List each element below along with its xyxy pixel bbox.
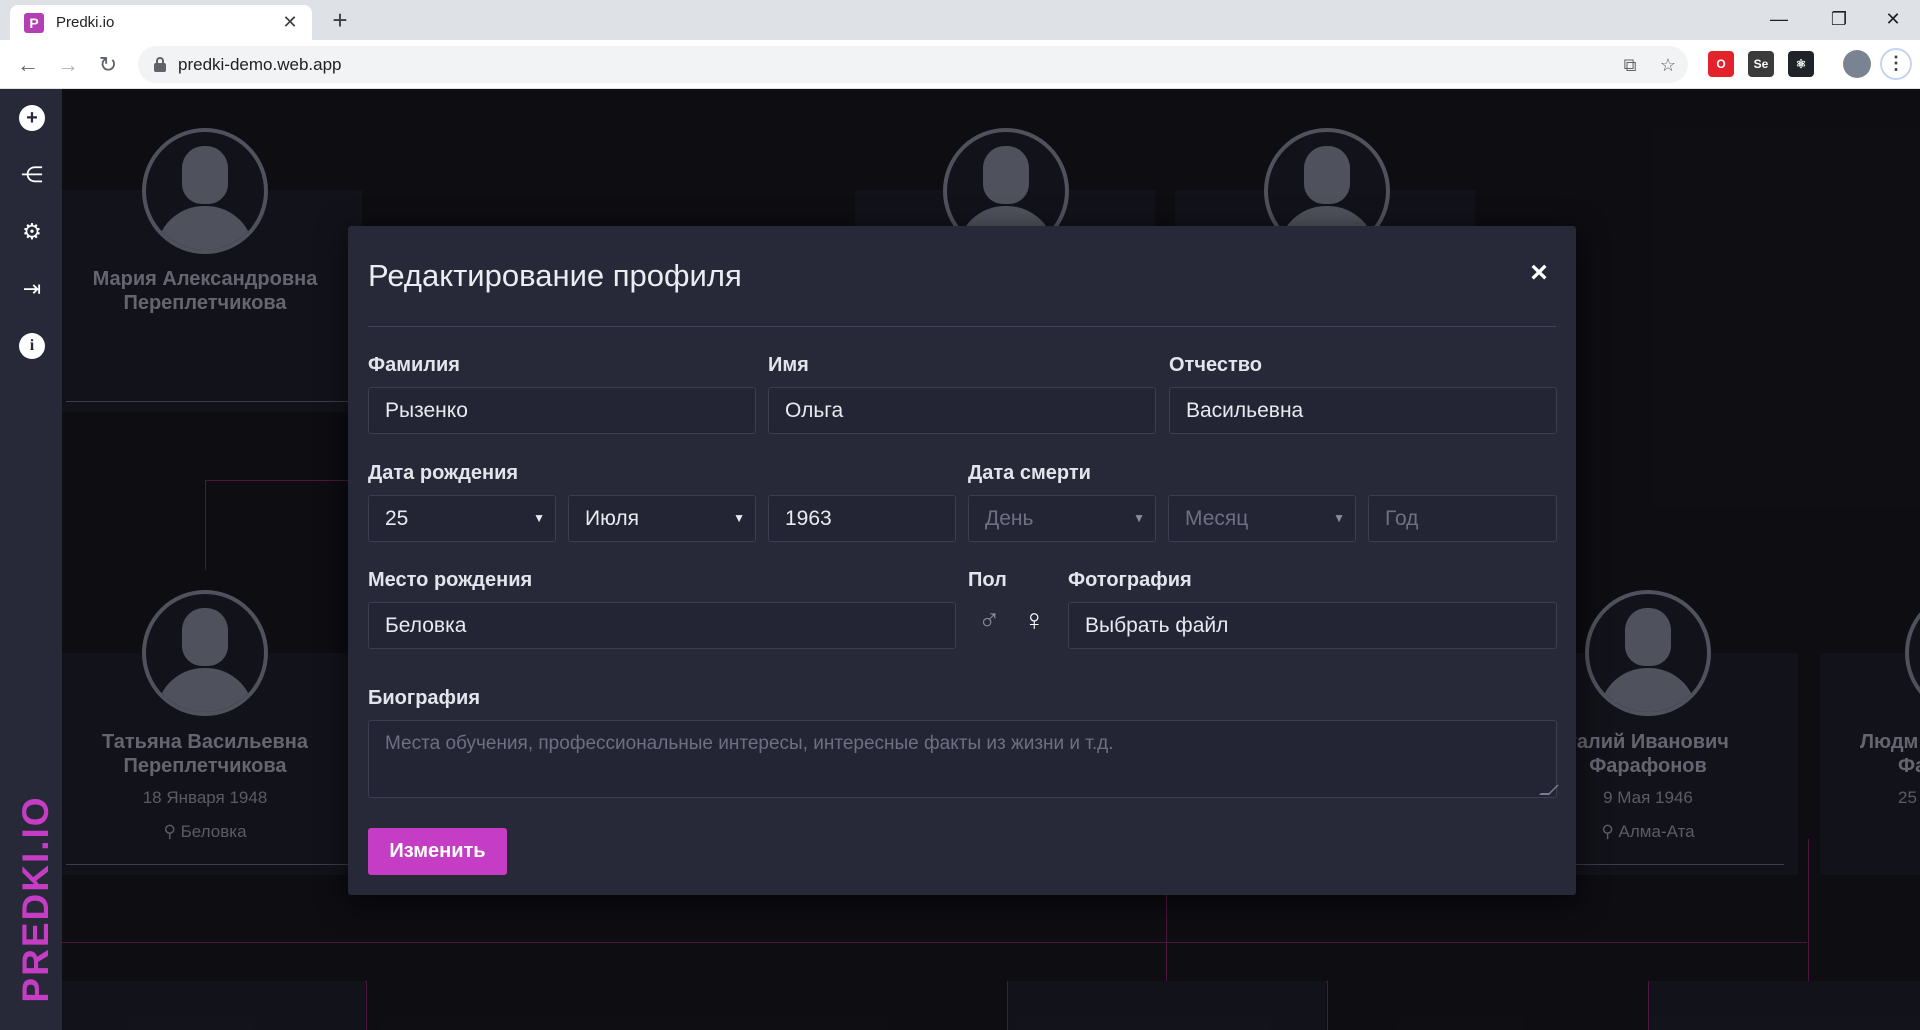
tab-close-icon[interactable]: ✕ (280, 12, 300, 33)
birth-day-select[interactable]: 25 ▼ (368, 495, 556, 542)
back-button[interactable]: ← (12, 49, 44, 81)
translate-icon[interactable]: ⧉ (1618, 53, 1642, 77)
chevron-down-icon: ▼ (733, 511, 745, 525)
patronymic-label: Отчество (1169, 354, 1262, 376)
predki-favicon-icon: P (24, 12, 44, 33)
gender-label: Пол (968, 569, 1007, 591)
edit-profile-modal: Редактирование профиля × Фамилия Имя Отч… (348, 226, 1576, 895)
death-month-placeholder: Месяц (1185, 507, 1249, 530)
lock-icon (154, 57, 166, 72)
settings-icon[interactable]: ⚙ (19, 219, 45, 245)
photo-label: Фотография (1068, 569, 1192, 591)
birth-place-label: Место рождения (368, 569, 533, 591)
birth-year-field[interactable]: 1963 (768, 495, 956, 542)
death-year-field[interactable]: Год (1368, 495, 1557, 542)
death-day-select[interactable]: День ▼ (968, 495, 1156, 542)
last-name-label: Фамилия (368, 354, 460, 376)
window-close-button[interactable]: ✕ (1868, 4, 1918, 34)
first-name-label: Имя (768, 354, 809, 376)
last-name-field[interactable]: Рызенко (368, 387, 756, 434)
brand-logo: PREDKI.IO (15, 795, 56, 1003)
bookmark-star-icon[interactable]: ☆ (1656, 53, 1680, 77)
death-month-select[interactable]: Месяц ▼ (1168, 495, 1356, 542)
browser-tab-bar: P Predki.io ✕ + — ❐ ✕ (0, 0, 1920, 40)
modal-divider (368, 326, 1556, 327)
chevron-down-icon: ▼ (1333, 511, 1345, 525)
forward-button[interactable]: → (52, 49, 84, 81)
chevron-down-icon: ▼ (533, 511, 545, 525)
first-name-field[interactable]: Ольга (768, 387, 1156, 434)
address-bar[interactable]: predki-demo.web.app ⧉ ☆ (138, 46, 1688, 83)
close-icon[interactable]: × (1526, 258, 1552, 288)
app-sidebar: + ⋲ ⚙ ⇥ i PREDKI.IO (0, 89, 62, 1030)
birth-month-select[interactable]: Июля ▼ (568, 495, 756, 542)
browser-toolbar: ← → ↻ predki-demo.web.app ⧉ ☆ O Se ⚛ ⋮ (0, 40, 1920, 89)
opera-icon[interactable]: O (1708, 51, 1734, 77)
female-icon[interactable]: ♀ (1023, 604, 1046, 638)
biography-label: Биография (368, 687, 481, 709)
add-person-icon[interactable]: + (19, 105, 45, 131)
biography-placeholder: Места обучения, профессиональные интерес… (385, 733, 1114, 754)
new-tab-button[interactable]: + (326, 6, 354, 34)
birth-month-value: Июля (585, 507, 640, 530)
tab-title: Predki.io (56, 14, 115, 31)
app-area: Мария Александровна Переплетчикова Татья… (0, 89, 1920, 1030)
biography-textarea[interactable]: Места обучения, профессиональные интерес… (368, 720, 1559, 798)
patronymic-field[interactable]: Васильевна (1169, 387, 1557, 434)
share-icon[interactable]: ⋲ (19, 162, 45, 188)
chevron-down-icon: ▼ (1133, 511, 1145, 525)
profile-avatar[interactable] (1843, 50, 1871, 78)
reload-button[interactable]: ↻ (92, 49, 124, 81)
male-icon[interactable]: ♂ (978, 604, 1001, 638)
selenium-icon[interactable]: Se (1748, 51, 1774, 77)
death-day-placeholder: День (985, 507, 1034, 530)
resize-handle-icon[interactable] (1539, 785, 1559, 795)
window-restore-button[interactable]: ❐ (1814, 4, 1864, 34)
death-date-label: Дата смерти (968, 462, 1091, 484)
birth-date-label: Дата рождения (368, 462, 519, 484)
birth-place-field[interactable]: Беловка (368, 602, 956, 649)
url-text[interactable]: predki-demo.web.app (178, 55, 341, 75)
window-minimize-button[interactable]: — (1754, 4, 1804, 34)
birth-day-value: 25 (385, 507, 409, 530)
browser-tab[interactable]: P Predki.io ✕ (10, 5, 312, 40)
react-devtools-icon[interactable]: ⚛ (1788, 51, 1814, 77)
modal-title: Редактирование профиля (368, 258, 742, 293)
info-icon[interactable]: i (19, 333, 45, 359)
logout-icon[interactable]: ⇥ (19, 276, 45, 302)
submit-button[interactable]: Изменить (368, 828, 507, 875)
browser-menu-button[interactable]: ⋮ (1880, 48, 1912, 80)
photo-file-button[interactable]: Выбрать файл (1068, 602, 1557, 649)
